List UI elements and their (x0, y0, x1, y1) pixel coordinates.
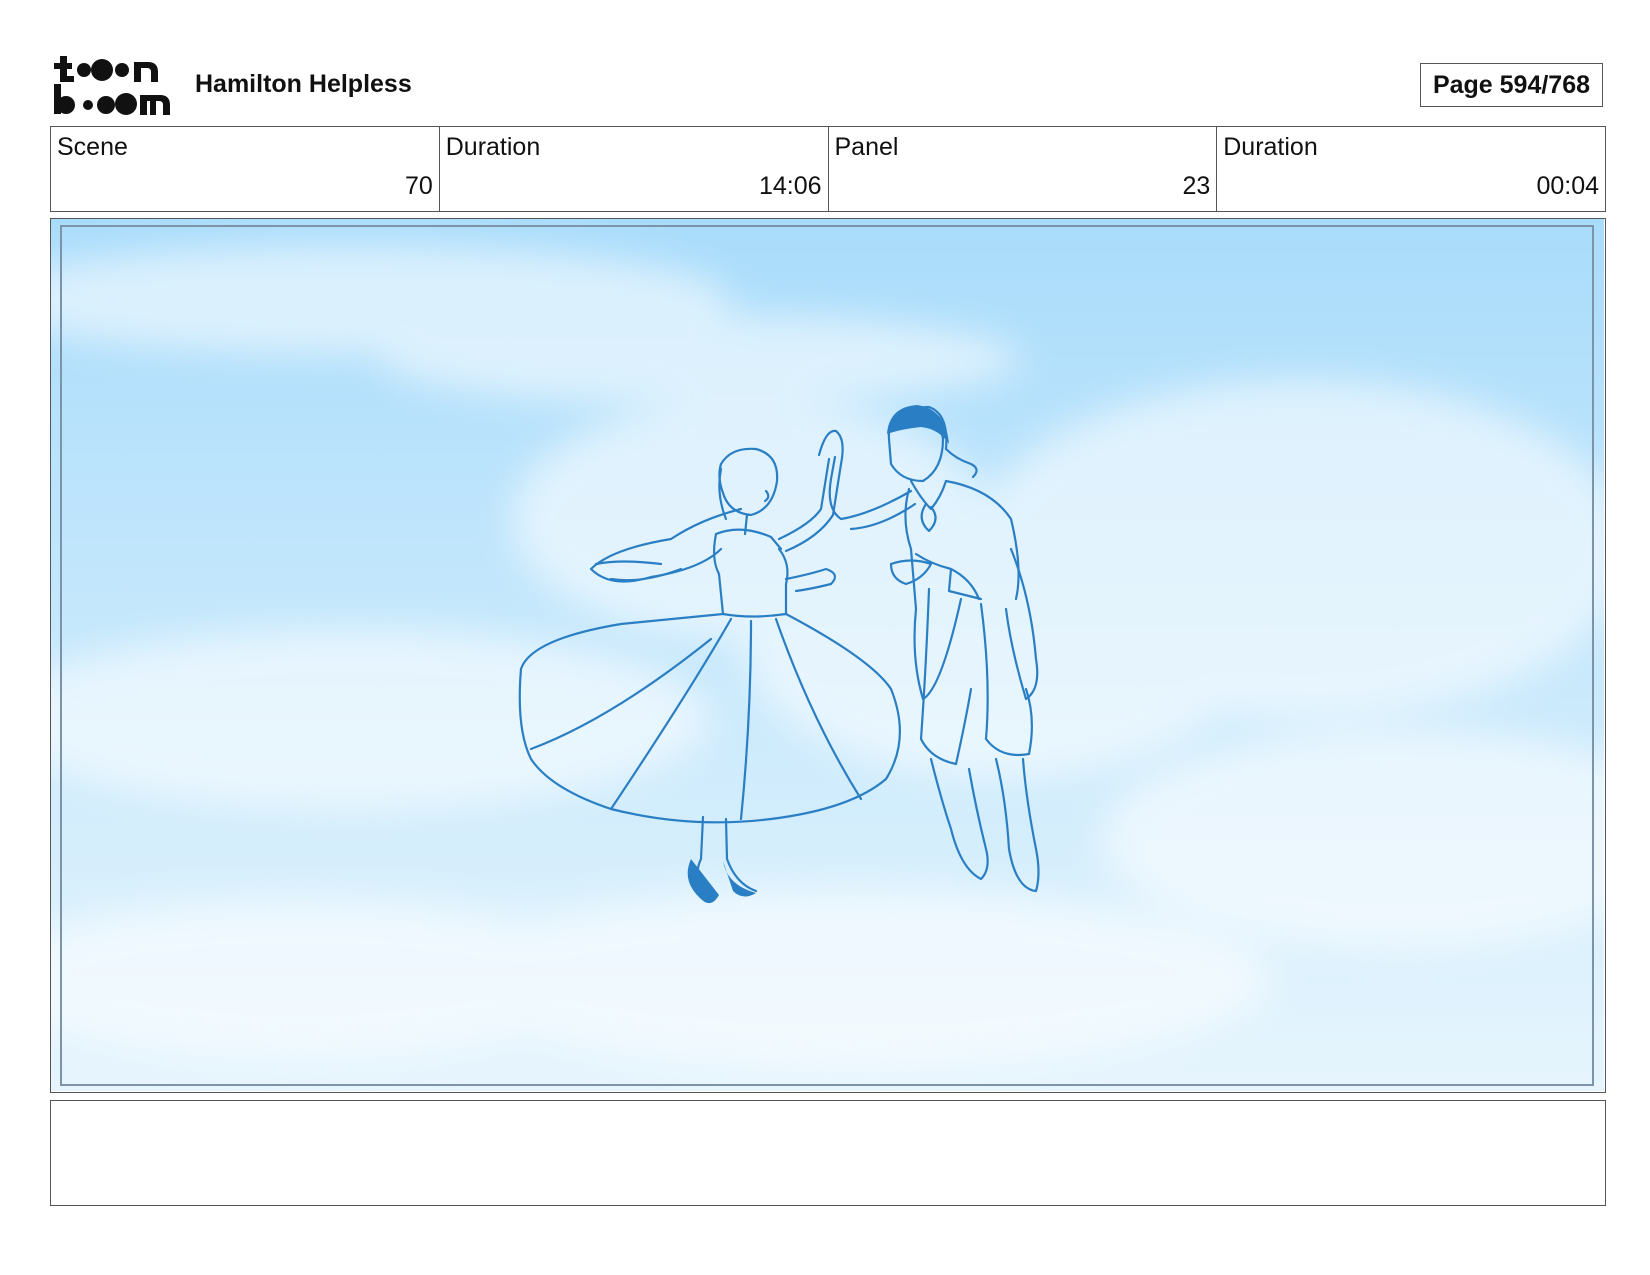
panel-duration-cell: Duration 00:04 (1217, 127, 1605, 211)
scene-duration-value: 14:06 (758, 172, 822, 200)
panel-notes (50, 1100, 1606, 1206)
scene-info-table: Scene 70 Duration 14:06 Panel 23 Duratio… (50, 126, 1606, 212)
panel-duration-value: 00:04 (1536, 172, 1599, 200)
panel-label: Panel (834, 133, 899, 161)
scene-cell: Scene 70 (51, 127, 440, 211)
panel-drawing (51, 219, 1604, 1091)
panel-value: 23 (1182, 172, 1211, 200)
scene-duration-label: Duration (445, 133, 541, 161)
panel-cell: Panel 23 (829, 127, 1218, 211)
project-title: Hamilton Helpless (195, 70, 412, 98)
storyboard-panel (50, 218, 1606, 1093)
toon-boom-logo (54, 56, 170, 115)
page-number: Page 594/768 (1420, 63, 1603, 107)
panel-duration-label: Duration (1223, 133, 1318, 161)
scene-duration-cell: Duration 14:06 (440, 127, 829, 211)
scene-value: 70 (404, 172, 433, 200)
scene-label: Scene (57, 133, 128, 161)
